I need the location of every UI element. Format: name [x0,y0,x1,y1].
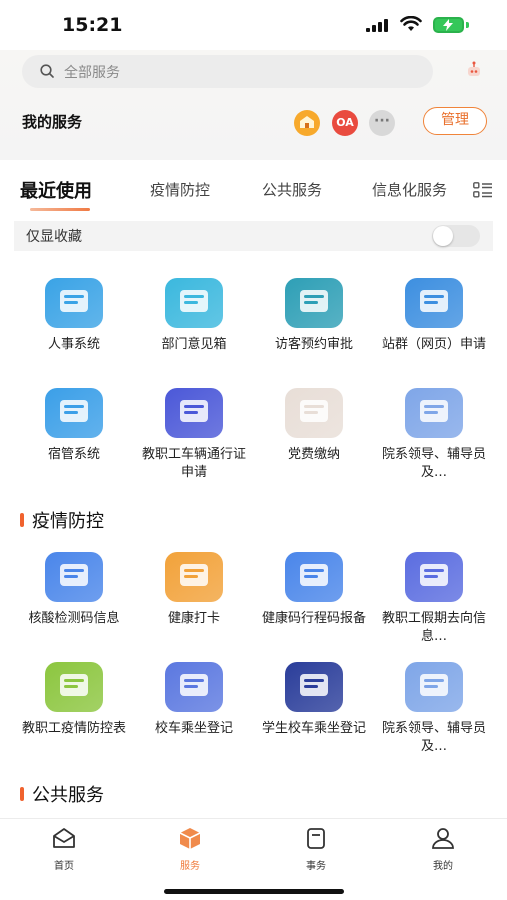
app-label: 站群（网页）申请 [382,337,487,352]
app-label: 部门意见箱 [161,337,227,352]
tab-public-service[interactable]: 公共服务 [262,179,322,200]
charging-bolt-icon [443,19,453,31]
app-label: 教职工疫情防控表 [22,721,127,736]
app-item[interactable]: 访客预约审批 [254,278,374,354]
tab-epidemic[interactable]: 疫情防控 [150,179,210,200]
affairs-icon [307,828,325,849]
search-input[interactable]: 全部服务 [22,55,433,88]
app-label: 教职工车辆通行证申请 [142,447,247,480]
section-title-epidemic: 疫情防控 [32,511,104,532]
search-icon [40,64,54,78]
app-item[interactable]: 人事系统 [14,278,134,354]
app-item[interactable]: 宿管系统 [14,388,134,464]
toggle-knob [433,226,453,246]
profile-icon [432,828,454,849]
app-item[interactable]: 健康码行程码报备 [254,552,374,628]
health-checkin-icon [165,552,223,602]
category-tabs: 最近使用 疫情防控 公共服务 信息化服务 [0,160,507,218]
home-indicator [164,889,344,894]
school-bus-register-icon [165,662,223,712]
app-label: 院系领导、辅导员及… [382,721,487,754]
app-label: 学生校车乘坐登记 [262,721,367,736]
manage-button[interactable]: 管理 [423,107,487,135]
hr-system-icon [45,278,103,328]
party-fee-icon [285,388,343,438]
tab-it-service[interactable]: 信息化服务 [372,179,447,200]
app-label: 人事系统 [47,337,100,352]
site-group-icon [405,278,463,328]
app-label: 健康打卡 [167,611,220,626]
favorites-only-label: 仅显收藏 [26,229,82,245]
favorites-toggle[interactable] [432,225,480,247]
staff-epidemic-form-icon [45,662,103,712]
app-label: 教职工假期去向信息… [382,611,487,644]
nav-profile[interactable]: 我的 [413,825,473,872]
favorites-filter-bar: 仅显收藏 [14,221,493,251]
app-label: 访客预约审批 [274,337,353,352]
visitor-approval-icon [285,278,343,328]
tab-recent[interactable]: 最近使用 [20,177,92,203]
active-tab-indicator [30,208,90,211]
wifi-icon [400,16,422,31]
app-label: 核酸检测码信息 [28,611,120,626]
app-item[interactable]: 学生校车乘坐登记 [254,662,374,738]
app-label: 健康码行程码报备 [262,611,367,626]
nav-affairs[interactable]: 事务 [286,825,346,872]
app-item[interactable]: 校车乘坐登记 [134,662,254,738]
battery-tip [466,22,469,28]
signal-icon [366,19,388,32]
app-item[interactable]: 核酸检测码信息 [14,552,134,628]
nav-label: 事务 [306,861,326,872]
my-services-label: 我的服务 [22,113,83,131]
bottom-nav: 首页 服务 事务 我的 [0,818,507,900]
app-label: 党费缴纳 [287,447,340,462]
nav-service[interactable]: 服务 [160,825,220,872]
app-item[interactable]: 院系领导、辅导员及… [374,662,494,756]
quick-app-icon[interactable] [294,110,320,136]
main-panel: 最近使用 疫情防控 公共服务 信息化服务 仅显收藏 人事系统 部门意见箱 访客预约审… [0,160,507,818]
nav-home[interactable]: 首页 [34,825,94,872]
suggestion-box-icon [165,278,223,328]
app-item[interactable]: 教职工疫情防控表 [14,662,134,738]
app-label: 宿管系统 [47,447,100,462]
section-marker [20,513,24,527]
app-item[interactable]: 教职工车辆通行证申请 [134,388,254,482]
oa-icon[interactable]: OA [332,110,358,136]
home-icon [53,828,75,848]
department-leaders-icon [405,662,463,712]
nav-label: 我的 [433,861,453,872]
status-time: 15:21 [62,14,123,36]
health-code-icon [285,552,343,602]
app-item[interactable]: 健康打卡 [134,552,254,628]
app-item[interactable]: 站群（网页）申请 [374,278,494,354]
status-bar: 15:21 [0,0,507,50]
section-marker [20,787,24,801]
app-item[interactable]: 党费缴纳 [254,388,374,464]
more-icon[interactable]: ··· [369,110,395,136]
staff-holiday-icon [405,552,463,602]
service-box-icon [179,828,201,849]
app-item[interactable]: 部门意见箱 [134,278,254,354]
app-item[interactable]: 院系领导、辅导员及… [374,388,494,482]
my-services-bar: 我的服务 OA ··· 管理 [0,100,507,150]
app-label: 校车乘坐登记 [154,721,233,736]
nucleic-test-icon [45,552,103,602]
app-item[interactable]: 教职工假期去向信息… [374,552,494,646]
robot-assistant-icon[interactable] [464,60,484,80]
vehicle-pass-icon [165,388,223,438]
nav-label: 服务 [180,861,200,872]
nav-label: 首页 [54,861,74,872]
student-bus-register-icon [285,662,343,712]
category-menu-icon[interactable] [473,182,493,198]
department-leaders-icon [405,388,463,438]
app-label: 院系领导、辅导员及… [382,447,487,480]
search-placeholder: 全部服务 [64,65,120,81]
section-title-public-service: 公共服务 [32,785,104,806]
dorm-system-icon [45,388,103,438]
